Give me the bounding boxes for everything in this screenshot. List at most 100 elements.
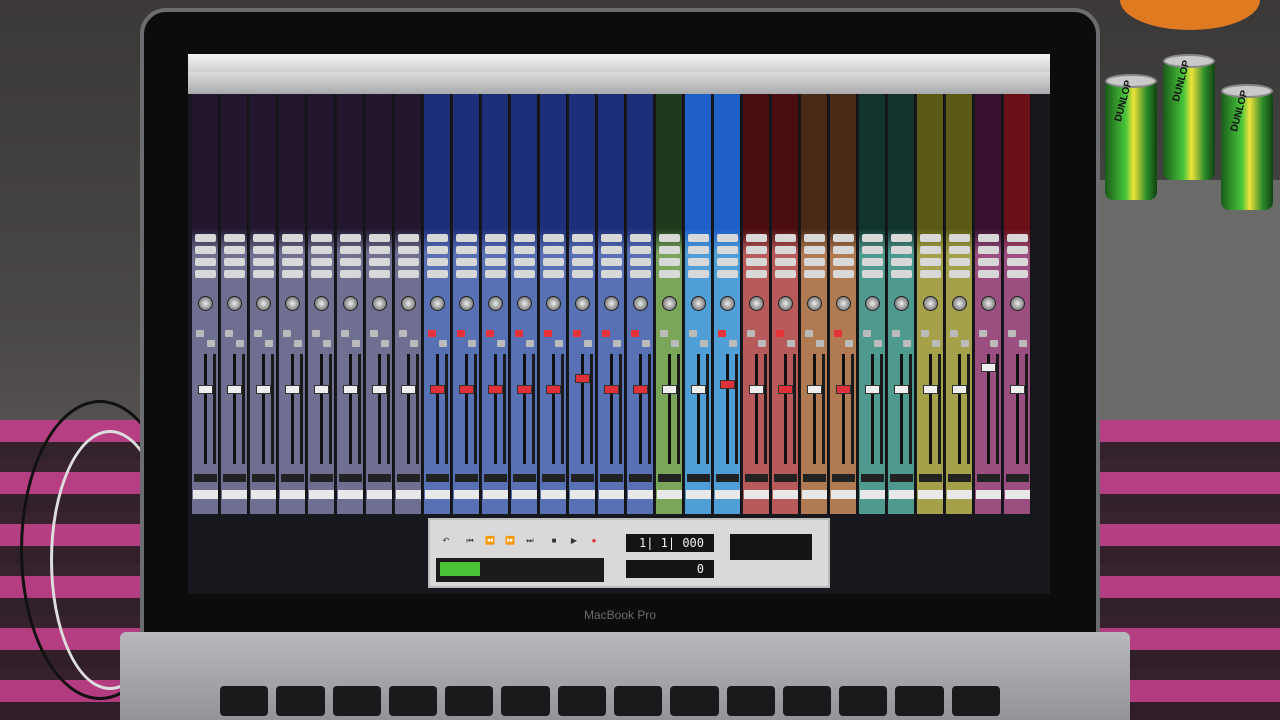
solo-button[interactable]: [816, 340, 824, 347]
io-selector[interactable]: [456, 234, 477, 242]
io-selector[interactable]: [485, 234, 506, 242]
io-selector[interactable]: [1007, 258, 1028, 266]
channel-strip[interactable]: [337, 94, 364, 514]
io-selector[interactable]: [485, 246, 506, 254]
io-selector[interactable]: [659, 270, 680, 278]
io-selector[interactable]: [920, 246, 941, 254]
solo-button[interactable]: [700, 340, 708, 347]
io-selector[interactable]: [195, 270, 216, 278]
record-enable-button[interactable]: [370, 330, 378, 337]
io-selector[interactable]: [340, 258, 361, 266]
track-name[interactable]: [425, 490, 450, 499]
solo-button[interactable]: [874, 340, 882, 347]
volume-fader[interactable]: [865, 384, 880, 394]
io-selector[interactable]: [804, 246, 825, 254]
volume-fader[interactable]: [952, 384, 967, 394]
io-selector[interactable]: [195, 258, 216, 266]
io-selector[interactable]: [746, 270, 767, 278]
volume-fader[interactable]: [314, 384, 329, 394]
channel-strip[interactable]: [685, 94, 712, 514]
io-selector[interactable]: [1007, 234, 1028, 242]
solo-button[interactable]: [439, 340, 447, 347]
volume-fader[interactable]: [894, 384, 909, 394]
io-selector[interactable]: [833, 246, 854, 254]
volume-fader[interactable]: [981, 362, 996, 372]
io-selector[interactable]: [659, 246, 680, 254]
online-icon[interactable]: ↶: [440, 536, 452, 546]
io-selector[interactable]: [1007, 270, 1028, 278]
record-enable-button[interactable]: [486, 330, 494, 337]
track-name[interactable]: [309, 490, 334, 499]
channel-strip[interactable]: [221, 94, 248, 514]
io-selector[interactable]: [891, 258, 912, 266]
solo-button[interactable]: [497, 340, 505, 347]
io-selector[interactable]: [833, 234, 854, 242]
pan-knob[interactable]: [604, 296, 619, 311]
io-selector[interactable]: [775, 270, 796, 278]
io-selector[interactable]: [282, 234, 303, 242]
volume-fader[interactable]: [923, 384, 938, 394]
volume-fader[interactable]: [372, 384, 387, 394]
track-name[interactable]: [889, 490, 914, 499]
solo-button[interactable]: [903, 340, 911, 347]
volume-fader[interactable]: [488, 384, 503, 394]
volume-fader[interactable]: [343, 384, 358, 394]
channel-strip[interactable]: [308, 94, 335, 514]
channel-strip[interactable]: [279, 94, 306, 514]
io-selector[interactable]: [601, 258, 622, 266]
track-name[interactable]: [1005, 490, 1030, 499]
track-name[interactable]: [773, 490, 798, 499]
io-selector[interactable]: [398, 258, 419, 266]
go-to-end-icon[interactable]: ⏭: [524, 536, 536, 546]
record-enable-button[interactable]: [631, 330, 639, 337]
io-selector[interactable]: [311, 270, 332, 278]
channel-strip[interactable]: [946, 94, 973, 514]
pan-knob[interactable]: [981, 296, 996, 311]
record-enable-button[interactable]: [515, 330, 523, 337]
channel-strip[interactable]: [192, 94, 219, 514]
io-selector[interactable]: [833, 258, 854, 266]
pan-knob[interactable]: [836, 296, 851, 311]
record-enable-button[interactable]: [1008, 330, 1016, 337]
solo-button[interactable]: [990, 340, 998, 347]
io-selector[interactable]: [427, 258, 448, 266]
io-selector[interactable]: [978, 270, 999, 278]
channel-strip[interactable]: [395, 94, 422, 514]
track-name[interactable]: [831, 490, 856, 499]
record-enable-button[interactable]: [747, 330, 755, 337]
io-selector[interactable]: [572, 270, 593, 278]
io-selector[interactable]: [456, 270, 477, 278]
solo-button[interactable]: [961, 340, 969, 347]
solo-button[interactable]: [236, 340, 244, 347]
solo-button[interactable]: [526, 340, 534, 347]
volume-fader[interactable]: [256, 384, 271, 394]
io-selector[interactable]: [978, 246, 999, 254]
pan-knob[interactable]: [691, 296, 706, 311]
io-selector[interactable]: [717, 258, 738, 266]
record-enable-button[interactable]: [921, 330, 929, 337]
record-enable-button[interactable]: [544, 330, 552, 337]
solo-button[interactable]: [294, 340, 302, 347]
io-selector[interactable]: [949, 270, 970, 278]
record-enable-button[interactable]: [805, 330, 813, 337]
solo-button[interactable]: [787, 340, 795, 347]
io-selector[interactable]: [891, 234, 912, 242]
track-name[interactable]: [222, 490, 247, 499]
io-selector[interactable]: [514, 270, 535, 278]
channel-strip[interactable]: [569, 94, 596, 514]
record-enable-button[interactable]: [950, 330, 958, 337]
pan-knob[interactable]: [865, 296, 880, 311]
solo-button[interactable]: [932, 340, 940, 347]
io-selector[interactable]: [978, 234, 999, 242]
channel-strip[interactable]: [772, 94, 799, 514]
io-selector[interactable]: [253, 258, 274, 266]
io-selector[interactable]: [514, 234, 535, 242]
pan-knob[interactable]: [343, 296, 358, 311]
io-selector[interactable]: [601, 234, 622, 242]
stop-icon[interactable]: ■: [548, 536, 560, 546]
pan-knob[interactable]: [459, 296, 474, 311]
volume-fader[interactable]: [662, 384, 677, 394]
solo-button[interactable]: [555, 340, 563, 347]
channel-strip[interactable]: [424, 94, 451, 514]
track-name[interactable]: [280, 490, 305, 499]
